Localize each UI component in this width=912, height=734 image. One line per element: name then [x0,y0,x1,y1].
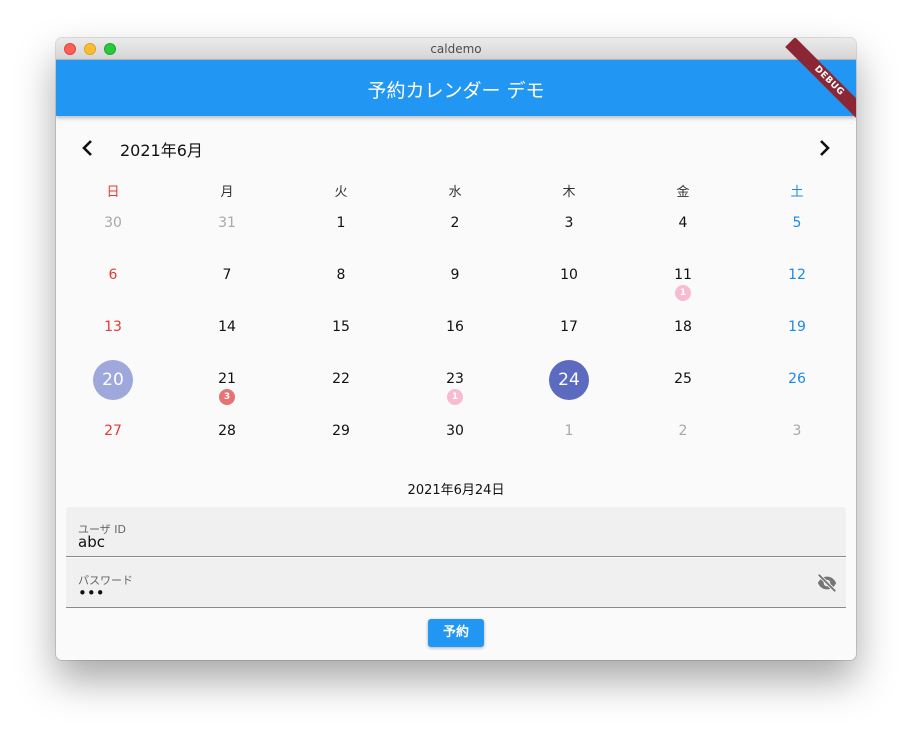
calendar-day[interactable]: 7 [170,258,284,310]
calendar-day[interactable]: 4 [626,206,740,258]
prev-month-button[interactable] [76,136,100,160]
calendar-day[interactable]: 23 1 [398,362,512,414]
calendar-day-number: 1 [564,423,574,439]
reservation-count-badge: 1 [447,389,463,405]
calendar-day[interactable]: 15 [284,310,398,362]
calendar-day-number: 31 [218,215,236,231]
weekday-label: 日 [106,185,120,200]
chevron-left-icon [82,140,92,156]
calendar-day[interactable]: 28 [170,414,284,466]
weekday-label: 月 [220,185,234,200]
calendar-day-number: 1 [336,215,346,231]
calendar-day-number: 4 [678,215,688,231]
calendar-day[interactable]: 9 [398,258,512,310]
calendar-day[interactable]: 26 [740,362,854,414]
calendar-day-number: 3 [792,423,802,439]
calendar-day-number: 9 [450,267,460,283]
calendar-day-number: 27 [104,423,122,439]
calendar-day-number: 30 [446,423,464,439]
calendar-day-number: 7 [222,267,232,283]
calendar-day[interactable]: 27 [56,414,170,466]
visibility-off-icon[interactable] [816,572,838,594]
calendar-day-number: 3 [564,215,574,231]
reservation-count-badge: 1 [675,285,691,301]
calendar-day[interactable]: 31 [170,206,284,258]
weekday-label: 水 [448,185,462,200]
user-id-field[interactable]: ユーザ ID abc [66,507,846,557]
calendar-day[interactable]: 12 [740,258,854,310]
calendar-day-number: 16 [446,319,464,335]
calendar-day-number: 25 [674,371,692,387]
title-bar: caldemo [56,38,856,60]
window-title: caldemo [430,42,482,56]
calendar-day-number: 24 [558,370,580,390]
calendar-day[interactable]: 24 [512,360,626,414]
calendar-day[interactable]: 3 [512,206,626,258]
weekday-label: 金 [676,185,690,200]
calendar-day[interactable]: 8 [284,258,398,310]
calendar-day-number: 2 [450,215,460,231]
password-field[interactable]: パスワード ••• [66,558,846,608]
calendar-day[interactable]: 11 1 [626,258,740,310]
calendar-day-number: 20 [102,370,124,390]
calendar-day[interactable]: 13 [56,310,170,362]
calendar-day-number: 22 [332,371,350,387]
calendar-day-number: 6 [108,267,118,283]
next-month-button[interactable] [812,136,836,160]
password-value[interactable]: ••• [78,584,105,602]
calendar-day[interactable]: 30 [56,206,170,258]
calendar-day-number: 5 [792,215,802,231]
calendar-day-number: 19 [788,319,806,335]
calendar-day[interactable]: 30 [398,414,512,466]
chevron-right-icon [820,140,830,156]
calendar-day[interactable]: 10 [512,258,626,310]
calendar-day[interactable]: 25 [626,362,740,414]
calendar-day-number: 14 [218,319,236,335]
calendar-day[interactable]: 20 [56,360,170,414]
calendar-day[interactable]: 21 3 [170,362,284,414]
app-bar: 予約カレンダー デモ DEBUG [56,38,856,125]
calendar-day[interactable]: 1 [512,414,626,466]
calendar-day[interactable]: 22 [284,362,398,414]
calendar-day-number: 23 [446,371,464,387]
calendar-day-number: 13 [104,319,122,335]
calendar-day-number: 8 [336,267,346,283]
calendar-day-number: 29 [332,423,350,439]
calendar-day-number: 28 [218,423,236,439]
reservation-count-badge: 3 [219,389,235,405]
calendar-day[interactable]: 5 [740,206,854,258]
calendar-day[interactable]: 6 [56,258,170,310]
calendar-day-number: 30 [104,215,122,231]
reserve-button[interactable]: 予約 [428,619,484,647]
calendar-day-number: 10 [560,267,578,283]
calendar-day-number: 18 [674,319,692,335]
calendar-day-number: 17 [560,319,578,335]
calendar-day-number: 26 [788,371,806,387]
app-window: caldemo 予約カレンダー デモ DEBUG 2021年6月 日 月 火 水 木 金 土… [56,38,856,660]
month-label: 2021年6月 [120,141,203,160]
calendar-day[interactable]: 16 [398,310,512,362]
user-id-value[interactable]: abc [78,533,105,551]
calendar-day[interactable]: 2 [626,414,740,466]
weekday-label: 土 [790,185,804,200]
calendar-day-number: 2 [678,423,688,439]
calendar-day-number: 15 [332,319,350,335]
calendar-day[interactable]: 1 [284,206,398,258]
calendar-day-number: 21 [218,371,236,387]
calendar-day[interactable]: 19 [740,310,854,362]
calendar-day[interactable]: 17 [512,310,626,362]
app-bar-title: 予約カレンダー デモ [367,80,545,102]
calendar-day[interactable]: 3 [740,414,854,466]
calendar-day[interactable]: 18 [626,310,740,362]
weekday-label: 木 [562,185,576,200]
weekday-label: 火 [334,185,348,200]
calendar-day[interactable]: 29 [284,414,398,466]
calendar-day-number: 11 [674,267,692,283]
calendar-day[interactable]: 14 [170,310,284,362]
calendar-day[interactable]: 2 [398,206,512,258]
calendar-day-number: 12 [788,267,806,283]
selected-date-label: 2021年6月24日 [407,483,505,498]
